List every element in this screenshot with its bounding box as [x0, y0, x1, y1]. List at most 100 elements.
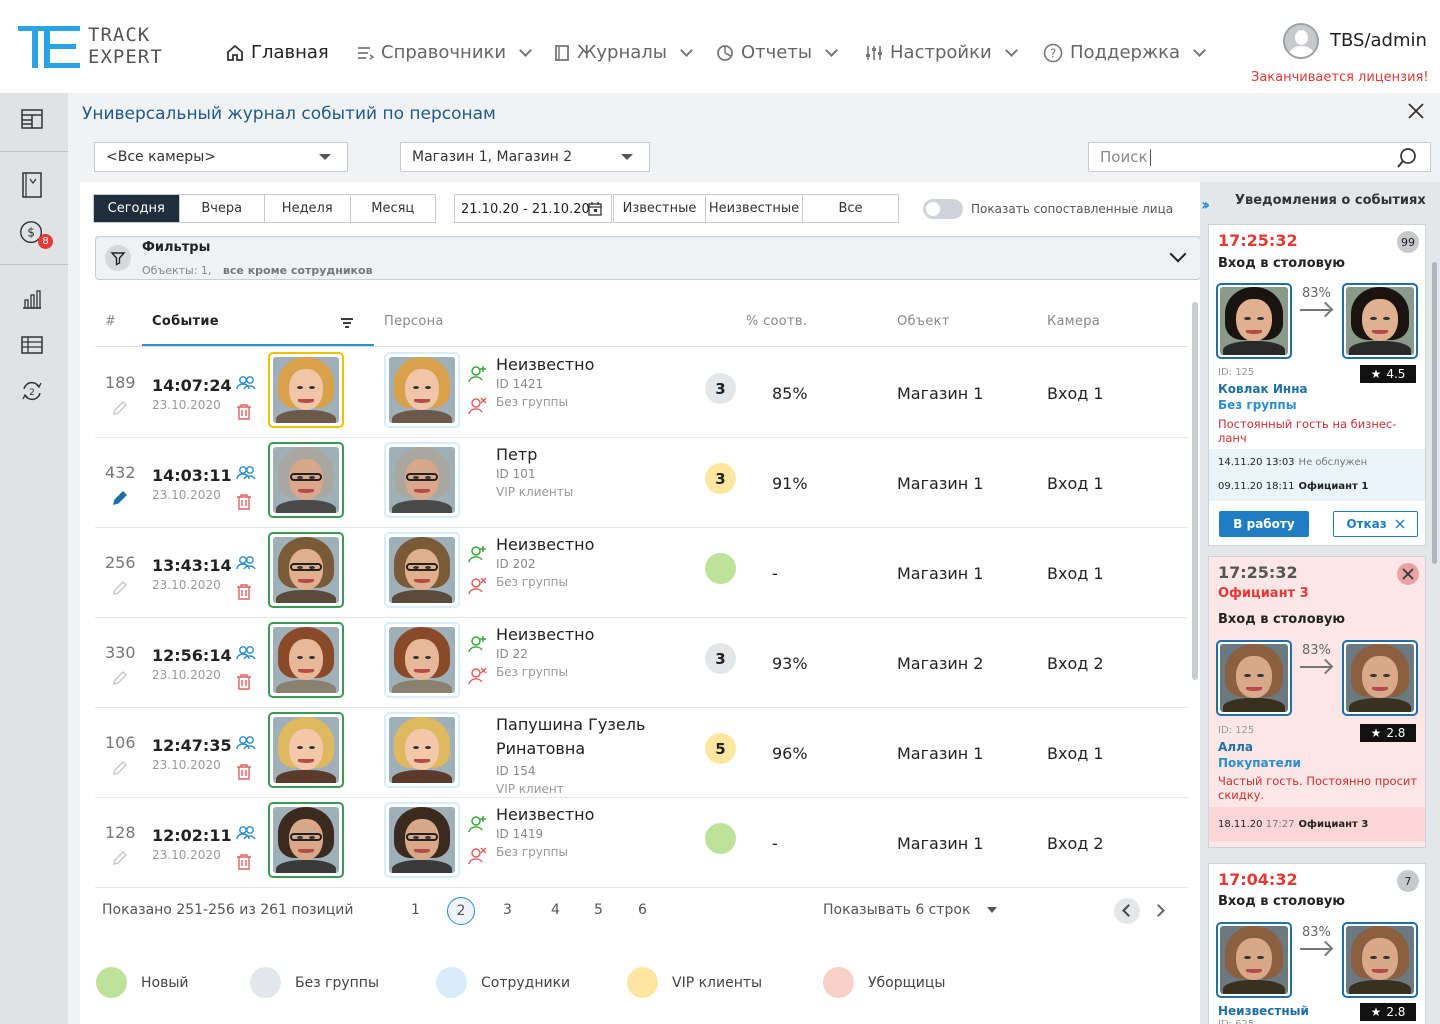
table-row[interactable]: 128 12:02:11 23.10.2020 Неизвестно ID 1419 Бе… [95, 798, 1188, 888]
trash-icon[interactable] [236, 763, 252, 781]
logo[interactable]: TRACK EXPERT [18, 24, 162, 70]
captured-photo[interactable] [268, 352, 344, 428]
reject-button[interactable]: Отказ [1333, 511, 1418, 537]
captured-face[interactable] [1216, 283, 1292, 359]
sidebar-item-events[interactable]: $ 8 [18, 219, 53, 249]
chevron-down-icon[interactable] [1169, 245, 1187, 263]
people-icon[interactable] [236, 375, 256, 391]
person-photo[interactable] [384, 532, 460, 608]
user-name[interactable]: TBS/admin [1330, 30, 1427, 51]
captured-face[interactable] [1216, 922, 1292, 998]
dismiss-icon[interactable] [1397, 563, 1419, 585]
trash-icon[interactable] [236, 493, 252, 511]
notification-card[interactable]: 17:25:32 Официант 3 Вход в столовую 83% … [1208, 556, 1426, 848]
page-5[interactable]: 5 [594, 902, 603, 918]
trash-icon[interactable] [236, 403, 252, 421]
next-page-button[interactable] [1148, 898, 1174, 924]
remove-person-icon[interactable] [468, 576, 488, 596]
date-range-input[interactable]: 21.10.20 - 21.10.20 [454, 194, 612, 223]
period-month[interactable]: Месяц [351, 195, 436, 222]
captured-photo[interactable] [268, 802, 344, 878]
reference-face[interactable] [1342, 283, 1418, 359]
search-input[interactable]: Поиск [1088, 142, 1431, 172]
person-name[interactable]: Неизвестно [496, 533, 594, 557]
camera-select[interactable]: <Все камеры> [94, 142, 348, 172]
filter-known[interactable]: Известные [614, 195, 706, 222]
nav-reports[interactable]: Отчеты [716, 42, 838, 63]
person-name[interactable]: Ковлак Инна [1218, 382, 1308, 396]
edit-pencil-icon[interactable] [112, 760, 128, 776]
people-icon[interactable] [236, 555, 256, 571]
table-row[interactable]: 189 14:07:24 23.10.2020 Неизвестно ID 1421 Бе… [95, 348, 1188, 438]
captured-face[interactable] [1216, 640, 1292, 716]
table-scrollbar[interactable] [1192, 302, 1198, 680]
sidebar-item-journal[interactable] [18, 171, 46, 199]
person-photo[interactable] [384, 352, 460, 428]
person-photo[interactable] [384, 802, 460, 878]
page-6[interactable]: 6 [638, 902, 647, 918]
sidebar-item-dashboard[interactable] [18, 105, 46, 133]
people-icon[interactable] [236, 825, 256, 841]
person-name[interactable]: Алла [1218, 740, 1253, 754]
table-row[interactable]: 256 13:43:14 23.10.2020 Неизвестно ID 202 Без… [95, 528, 1188, 618]
captured-photo[interactable] [268, 442, 344, 518]
matched-faces-toggle[interactable] [923, 199, 963, 219]
person-name[interactable]: Неизвестный [1218, 1004, 1309, 1018]
prev-page-button[interactable] [1114, 898, 1140, 924]
sidebar-item-sync[interactable]: 2 [18, 377, 46, 405]
edit-pencil-icon[interactable] [112, 400, 128, 416]
person-name[interactable]: Неизвестно [496, 353, 594, 377]
page-2-current[interactable]: 2 [447, 897, 475, 925]
col-header-person[interactable]: Персона [384, 314, 444, 329]
person-name[interactable]: Неизвестно [496, 803, 594, 827]
notification-card[interactable]: 17:25:32 99 Вход в столовую 83% ★ 4.5 ID:… [1208, 224, 1426, 546]
nav-references[interactable]: Справочники [356, 42, 532, 63]
user-avatar[interactable] [1283, 23, 1319, 59]
col-header-event[interactable]: Событие [152, 314, 219, 329]
captured-photo[interactable] [268, 712, 344, 788]
accept-button[interactable]: В работу [1219, 511, 1309, 537]
captured-photo[interactable] [268, 622, 344, 698]
period-yesterday[interactable]: Вчера [180, 195, 265, 222]
trash-icon[interactable] [236, 583, 252, 601]
people-icon[interactable] [236, 735, 256, 751]
person-photo[interactable] [384, 712, 460, 788]
table-row[interactable]: 432 14:03:11 23.10.2020 Петр ID 101 VIP клиен… [95, 438, 1188, 528]
people-icon[interactable] [236, 465, 256, 481]
remove-person-icon[interactable] [468, 396, 488, 416]
col-header-camera[interactable]: Камера [1047, 314, 1100, 329]
person-name[interactable]: Петр [496, 443, 537, 467]
add-person-icon[interactable] [468, 814, 488, 834]
page-3[interactable]: 3 [503, 902, 512, 918]
add-person-icon[interactable] [468, 634, 488, 654]
remove-person-icon[interactable] [468, 666, 488, 686]
remove-person-icon[interactable] [468, 846, 488, 866]
rows-per-page-select[interactable]: Показывать 6 строк [823, 902, 997, 918]
add-person-icon[interactable] [468, 364, 488, 384]
close-icon[interactable] [1406, 101, 1426, 121]
nav-journals[interactable]: Журналы [554, 42, 693, 63]
nav-settings[interactable]: Настройки [865, 42, 1018, 63]
edit-pencil-icon[interactable] [112, 850, 128, 866]
person-photo[interactable] [384, 442, 460, 518]
person-photo[interactable] [384, 622, 460, 698]
table-row[interactable]: 106 12:47:35 23.10.2020 Папушина Гузель Рина… [95, 708, 1188, 798]
edit-pencil-icon[interactable] [112, 580, 128, 596]
person-name[interactable]: Неизвестно [496, 623, 594, 647]
col-header-match[interactable]: % соотв. [746, 314, 807, 329]
people-icon[interactable] [236, 645, 256, 661]
search-icon[interactable] [1396, 147, 1418, 169]
filters-bar[interactable]: Фильтры Объекты: 1, все кроме сотруднико… [95, 236, 1201, 280]
edit-pencil-icon[interactable] [112, 670, 128, 686]
calendar-icon[interactable] [588, 202, 602, 216]
period-today[interactable]: Сегодня [94, 195, 180, 222]
col-header-object[interactable]: Объект [897, 314, 950, 329]
person-name-line2[interactable]: Ринатовна [496, 737, 585, 761]
trash-icon[interactable] [236, 853, 252, 871]
trash-icon[interactable] [236, 673, 252, 691]
page-4[interactable]: 4 [551, 902, 560, 918]
notifications-scrollbar[interactable] [1432, 262, 1437, 564]
sort-icon[interactable] [340, 314, 354, 333]
nav-support[interactable]: ? Поддержка [1043, 42, 1206, 63]
nav-home[interactable]: Главная [226, 42, 329, 63]
